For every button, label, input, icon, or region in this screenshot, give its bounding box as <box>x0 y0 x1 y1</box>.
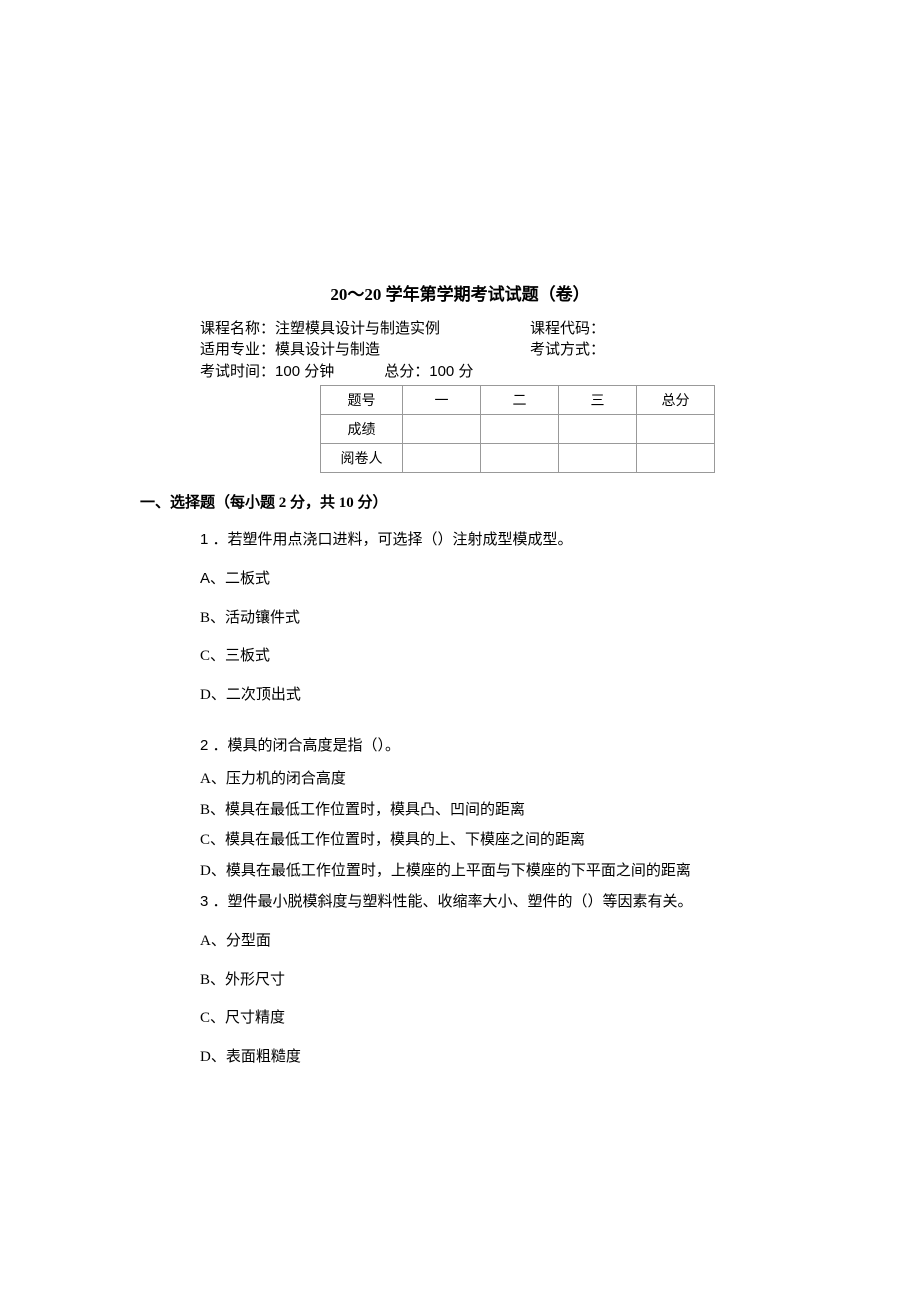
q2-body: 模具的闭合高度是指（）。 <box>228 738 401 754</box>
total-label: 总分： <box>384 364 429 380</box>
q1-num: 1 ． <box>200 531 228 548</box>
total-value: 100 分 <box>429 363 473 380</box>
q3-opt-d: D、表面粗糙度 <box>200 1046 780 1069</box>
total-score: 总分：100 分 <box>384 361 473 383</box>
code-label: 课程代码： <box>530 321 605 337</box>
th-label: 题号 <box>321 386 403 415</box>
course-name: 注塑模具设计与制造实例 <box>275 321 440 337</box>
cell <box>637 444 715 473</box>
q3-opt-a: A、分型面 <box>200 930 780 953</box>
row-label-grader: 阅卷人 <box>321 444 403 473</box>
table-row: 成绩 <box>321 415 715 444</box>
th-total: 总分 <box>637 386 715 415</box>
time-value: 100 分钟 <box>275 363 334 380</box>
q1-opt-a: AA、二板式、二板式 <box>200 568 780 591</box>
exam-time: 考试时间：100 分钟 <box>200 361 334 383</box>
q2-opt-b: B、模具在最低工作位置时，模具凸、凹间的距离 <box>200 799 780 822</box>
cell <box>403 415 481 444</box>
score-table: 题号 一 二 三 总分 成绩 阅卷人 <box>320 385 715 473</box>
course-code-line: 课程代码： <box>530 319 780 340</box>
cell <box>559 444 637 473</box>
cell <box>559 415 637 444</box>
major-name: 模具设计与制造 <box>275 342 380 358</box>
cell <box>637 415 715 444</box>
q2-opt-d: D、模具在最低工作位置时，上模座的上平面与下模座的下平面之间的距离 <box>200 860 780 883</box>
row-label-score: 成绩 <box>321 415 403 444</box>
q3-body: 塑件最小脱模斜度与塑料性能、收缩率大小、塑件的（）等因素有关。 <box>228 894 693 910</box>
q3-opt-b: B、外形尺寸 <box>200 969 780 992</box>
q2-num: 2 ． <box>200 737 228 754</box>
major-line: 适用专业：模具设计与制造 <box>200 340 530 361</box>
q3-opt-c: C、尺寸精度 <box>200 1007 780 1030</box>
q3-num: 3 ． <box>200 893 228 910</box>
table-header-row: 题号 一 二 三 总分 <box>321 386 715 415</box>
q1-text: 1 ．若塑件用点浇口进料，可选择（）注射成型模成型。 <box>200 528 780 552</box>
course-name-line: 课程名称：注塑模具设计与制造实例 <box>200 319 530 340</box>
q1-body: 若塑件用点浇口进料，可选择（）注射成型模成型。 <box>228 532 573 548</box>
course-label: 课程名称： <box>200 321 275 337</box>
question-block: 1 ．若塑件用点浇口进料，可选择（）注射成型模成型。 AA、二板式、二板式 B、… <box>140 528 780 1068</box>
th-col2: 二 <box>481 386 559 415</box>
exam-title: 20～20 学年第学期考试试题（卷） <box>140 280 780 305</box>
table-row: 阅卷人 <box>321 444 715 473</box>
cell <box>481 444 559 473</box>
meta-block: 课程名称：注塑模具设计与制造实例 课程代码： 适用专业：模具设计与制造 考试方式… <box>140 319 780 383</box>
time-label: 考试时间： <box>200 364 275 380</box>
q1-opt-b: B、活动镶件式 <box>200 607 780 630</box>
q2-text: 2 ．模具的闭合高度是指（）。 <box>200 734 780 758</box>
th-col1: 一 <box>403 386 481 415</box>
q2-opt-c: C、模具在最低工作位置时，模具的上、下模座之间的距离 <box>200 829 780 852</box>
cell <box>403 444 481 473</box>
method-line: 考试方式： <box>530 340 780 361</box>
section-1-heading: 一、选择题（每小题 2 分，共 10 分） <box>140 491 780 512</box>
cell <box>481 415 559 444</box>
q2-opt-a: A、压力机的闭合高度 <box>200 768 780 791</box>
major-label: 适用专业： <box>200 342 275 358</box>
method-label: 考试方式： <box>530 342 605 358</box>
q1-opt-c: C、三板式 <box>200 645 780 668</box>
q1-opt-d: D、二次顶出式 <box>200 684 780 707</box>
th-col3: 三 <box>559 386 637 415</box>
q3-text: 3 ．塑件最小脱模斜度与塑料性能、收缩率大小、塑件的（）等因素有关。 <box>200 890 780 914</box>
